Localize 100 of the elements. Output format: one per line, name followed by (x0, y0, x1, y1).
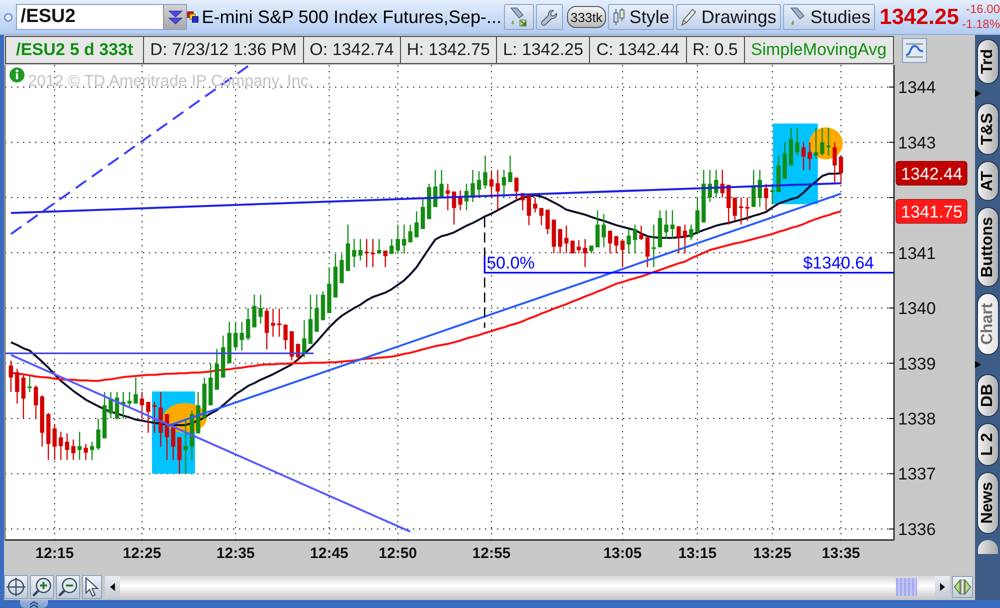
candle (108, 392, 113, 418)
side-tab[interactable]: AT (976, 160, 998, 202)
candle (240, 322, 244, 351)
candle (420, 198, 425, 230)
price-tag: 1342.44 (896, 160, 968, 186)
time-axis-label: 12:55 (472, 545, 511, 562)
quote-field: H: 1342.75 (400, 36, 497, 64)
candle (102, 392, 107, 438)
net-change: -16.00 (966, 2, 1000, 17)
candle (652, 224, 656, 268)
candle (446, 184, 450, 210)
price-label: $1340.64 (803, 254, 874, 273)
candle (433, 170, 438, 207)
candle (708, 170, 712, 202)
candle (514, 178, 519, 200)
candle (270, 308, 276, 337)
candle (164, 414, 170, 460)
candle (208, 364, 213, 406)
time-axis-label: 12:35 (216, 545, 255, 562)
candle (370, 238, 375, 268)
partial-tab[interactable] (978, 540, 998, 554)
pointer-button[interactable] (82, 574, 102, 598)
side-tab[interactable]: T&S (976, 102, 998, 155)
candle (658, 210, 662, 248)
candle (320, 291, 326, 320)
candle (246, 308, 250, 340)
candle (196, 392, 200, 434)
candle (632, 224, 638, 254)
candle (214, 348, 219, 390)
candle (377, 238, 382, 254)
quote-field: C: 1342.44 (589, 36, 687, 64)
quote-field: R: 0.5 (686, 36, 745, 64)
candle (546, 210, 550, 234)
price-axis-label: 1341 (898, 244, 936, 263)
wrench-button[interactable] (536, 4, 563, 30)
flask-arrow-icon (508, 7, 529, 27)
candle (539, 208, 544, 226)
percent-change: -1.18% (962, 17, 1000, 32)
zoom-out-button[interactable] (56, 574, 80, 598)
candle (801, 142, 806, 170)
quote-field: L: 1342.25 (496, 36, 590, 64)
candle (140, 392, 144, 418)
candle (808, 142, 812, 170)
side-tab[interactable]: Buttons (976, 207, 998, 288)
candle (745, 198, 750, 221)
side-tab[interactable]: L 2 (976, 423, 998, 466)
candle (732, 198, 737, 221)
candle (346, 224, 350, 272)
candle (689, 224, 694, 240)
candle (426, 184, 432, 220)
last-price: 1342.25 (879, 4, 959, 30)
candle (695, 198, 700, 232)
candle (58, 432, 63, 460)
studies-button[interactable]: Studies (783, 4, 876, 30)
flask-button[interactable] (504, 4, 534, 30)
scrollbar-thumb[interactable] (896, 578, 917, 596)
candle (28, 376, 32, 392)
price-axis-label: 1343 (898, 133, 936, 152)
tick-button[interactable]: 333tk (566, 6, 606, 28)
candle (15, 368, 20, 404)
side-tab[interactable]: Chart (976, 293, 998, 356)
candle (184, 418, 188, 474)
crosshair-icon (6, 576, 26, 596)
scroll-left-button[interactable] (105, 576, 120, 598)
candle (751, 170, 756, 207)
symbol-field[interactable]: /ESU2 (16, 4, 188, 30)
info-icon (10, 68, 24, 82)
candle (402, 224, 406, 254)
price-tag: 1341.75 (896, 199, 968, 224)
drawings-button[interactable]: Drawings (676, 4, 782, 30)
candle (96, 418, 100, 450)
candle (21, 375, 26, 418)
marker-triangle-icon (975, 361, 981, 368)
candle (258, 294, 263, 324)
side-tab[interactable]: Trd (976, 39, 998, 84)
candle (277, 308, 282, 337)
collapse-tab[interactable] (20, 600, 48, 608)
candle (576, 240, 581, 254)
price-axis-label: 1339 (898, 354, 936, 374)
candle (682, 224, 688, 254)
crosshair-button[interactable] (4, 574, 28, 598)
time-axis-label: 13:35 (822, 545, 860, 562)
candle (134, 378, 138, 404)
candle (152, 402, 157, 433)
candle (489, 170, 494, 198)
candle (46, 412, 50, 460)
scroll-right-button[interactable] (935, 576, 950, 598)
side-tab[interactable]: News (976, 472, 998, 534)
dropdown-button[interactable] (163, 5, 186, 29)
candle (290, 331, 294, 360)
studies-shortcut-button[interactable] (902, 38, 927, 62)
candle (483, 156, 488, 189)
candle (832, 142, 837, 184)
candle (90, 442, 94, 460)
time-axis-label: 12:45 (310, 545, 348, 562)
style-button[interactable]: Style (608, 4, 674, 30)
time-axis-label: 12:15 (35, 545, 74, 562)
side-tab[interactable]: DB (976, 374, 998, 418)
expand-button[interactable] (952, 576, 973, 598)
zoom-in-button[interactable] (30, 574, 54, 598)
